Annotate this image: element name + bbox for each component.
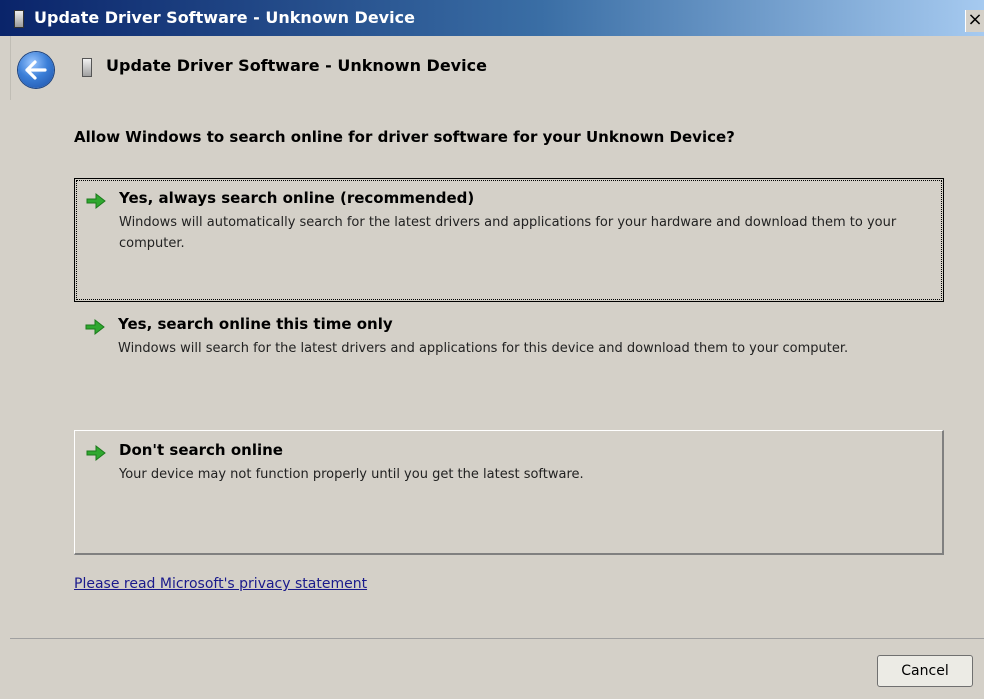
wizard-header: Update Driver Software - Unknown Device <box>10 36 984 100</box>
option-search-online-once[interactable]: Yes, search online this time only Window… <box>74 305 944 417</box>
option-dont-search-online[interactable]: Don't search online Your device may not … <box>74 430 944 555</box>
option-always-search-online[interactable]: Yes, always search online (recommended) … <box>74 178 944 302</box>
dialog-window: Update Driver Software - Unknown Device … <box>0 0 984 699</box>
option-description: Your device may not function properly un… <box>119 467 584 482</box>
close-button[interactable]: × <box>965 10 984 32</box>
cancel-button[interactable]: Cancel <box>877 655 973 687</box>
close-icon: × <box>967 9 983 30</box>
option-title: Yes, always search online (recommended) <box>119 189 475 207</box>
option-title: Don't search online <box>119 441 283 459</box>
title-bar: Update Driver Software - Unknown Device … <box>0 0 984 36</box>
back-arrow-icon <box>25 60 47 80</box>
wizard-footer: Cancel <box>10 638 984 699</box>
option-description: Windows will search for the latest drive… <box>118 341 849 356</box>
page-question: Allow Windows to search online for drive… <box>74 128 735 146</box>
wizard-content: Allow Windows to search online for drive… <box>10 100 984 638</box>
privacy-statement-link[interactable]: Please read Microsoft's privacy statemen… <box>74 576 367 592</box>
wizard-title: Update Driver Software - Unknown Device <box>106 56 487 75</box>
window-title: Update Driver Software - Unknown Device <box>34 8 415 27</box>
device-icon <box>82 58 92 77</box>
device-icon <box>14 10 24 28</box>
green-arrow-icon <box>85 318 105 336</box>
back-button[interactable] <box>18 52 54 88</box>
option-description: Windows will automatically search for th… <box>119 215 897 251</box>
option-title: Yes, search online this time only <box>118 315 393 333</box>
green-arrow-icon <box>86 192 106 210</box>
green-arrow-icon <box>86 444 106 462</box>
